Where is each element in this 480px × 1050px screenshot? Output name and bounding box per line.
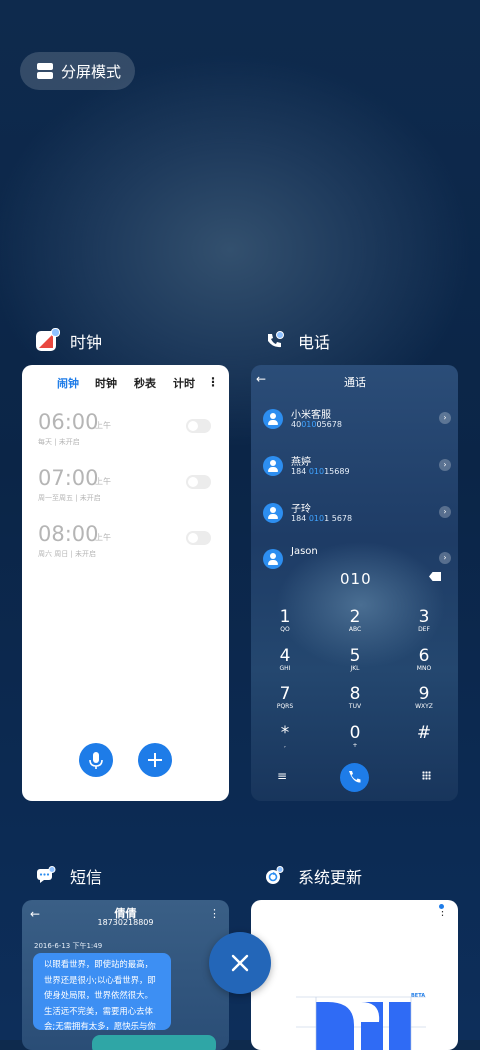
alarm-toggle[interactable] [186, 419, 211, 433]
sms-app-title: 短信 [70, 868, 103, 887]
tab-clock[interactable]: 时钟 [95, 375, 117, 391]
alarm-toggle[interactable] [186, 531, 211, 545]
alarm-row[interactable]: 06:00 上午 每天 | 未开启 [38, 410, 218, 450]
clock-app-title: 时钟 [70, 333, 103, 352]
dial-key[interactable]: 8 TUV [335, 685, 375, 711]
system-update-card[interactable]: ⋮ BETA [251, 900, 458, 1050]
dial-key[interactable]: 3 DEF [404, 608, 444, 634]
split-screen-button[interactable]: 分屏模式 [20, 52, 135, 90]
split-screen-icon [37, 63, 53, 79]
back-arrow-icon[interactable]: ← [256, 372, 266, 386]
phone-header-title: 通话 [344, 376, 366, 389]
contact-number: 4001005678 [291, 420, 342, 429]
sms-app-icon [36, 866, 56, 886]
microphone-icon [89, 752, 103, 769]
more-menu-icon[interactable]: ⋮ [207, 375, 219, 389]
chevron-right-icon[interactable]: › [439, 506, 451, 518]
sms-app-card[interactable]: ← 倩倩 18730218809 ⋮ 2016-6-13 下午1:49 以眼看世… [22, 900, 229, 1050]
tab-alarm[interactable]: 闹钟 [57, 375, 79, 391]
alarm-repeat: 每天 | 未开启 [38, 438, 80, 446]
chevron-right-icon[interactable]: › [439, 552, 451, 564]
sms-contact-number: 18730218809 [97, 918, 154, 927]
list-item[interactable]: 燕婷 184 01015689 › [251, 450, 458, 484]
alarm-toggle[interactable] [186, 475, 211, 489]
alarm-ampm: 上午 [95, 421, 111, 430]
dial-input[interactable]: 010 [340, 570, 372, 588]
close-icon [231, 954, 249, 972]
list-item[interactable]: 子玲 184 0101 5678 › [251, 497, 458, 531]
phone-app-icon [264, 331, 284, 351]
contact-name: 燕婷 [291, 457, 311, 468]
call-button[interactable] [340, 763, 369, 792]
contact-name: Jason [291, 546, 318, 557]
alarm-repeat: 周六 周日 | 未开启 [38, 550, 97, 558]
tab-timer[interactable]: 计时 [173, 375, 195, 391]
clear-all-button[interactable] [209, 932, 271, 994]
contact-name: 子玲 [291, 504, 311, 515]
dial-key[interactable]: 9 WXYZ [404, 685, 444, 711]
update-app-label[interactable]: 系统更新 [264, 864, 362, 888]
tab-stopwatch[interactable]: 秒表 [134, 375, 156, 391]
miui-logo-graphic [296, 996, 426, 1050]
alarm-row[interactable]: 08:00 上午 周六 周日 | 未开启 [38, 522, 218, 562]
more-menu-icon[interactable]: ⋮ [209, 907, 220, 920]
dial-key[interactable]: # [404, 724, 444, 742]
backspace-icon[interactable] [429, 572, 441, 581]
contact-avatar-icon [263, 409, 283, 429]
alarm-time: 06:00 [38, 410, 99, 434]
contact-avatar-icon [263, 549, 283, 569]
voice-alarm-button[interactable] [79, 743, 113, 777]
dial-key[interactable]: 7 PQRS [265, 685, 305, 711]
update-app-icon [264, 866, 284, 886]
clock-app-label[interactable]: 时钟 [36, 328, 103, 353]
contact-number: 184 01015689 [291, 467, 350, 476]
message-bubble[interactable]: 以眼看世界，即使站的最高，世界还是很小;以心看世界，即使身处局限，世界依然很大。… [33, 953, 171, 1030]
contact-avatar-icon [263, 456, 283, 476]
dial-key[interactable]: 1 QO [265, 608, 305, 634]
chevron-right-icon[interactable]: › [439, 412, 451, 424]
sms-app-label[interactable]: 短信 [36, 864, 102, 888]
alarm-time: 07:00 [38, 466, 99, 490]
add-alarm-button[interactable] [138, 743, 172, 777]
phone-icon [349, 771, 361, 783]
list-item[interactable]: 小米客服 4001005678 › [251, 403, 458, 437]
menu-icon[interactable]: ≡ [277, 769, 287, 783]
clock-app-card[interactable]: 闹钟 时钟 秒表 计时 ⋮ 06:00 上午 每天 | 未开启 07:00 上午… [22, 365, 229, 801]
contact-number: 184 0101 5678 [291, 514, 353, 523]
phone-app-card[interactable]: ← 通话 小米客服 4001005678 › 燕婷 184 01015689 ›… [251, 365, 458, 801]
chevron-right-icon[interactable]: › [439, 459, 451, 471]
dial-key[interactable]: 0 + [335, 724, 375, 750]
dial-key[interactable]: *, [265, 724, 305, 750]
sms-timestamp: 2016-6-13 下午1:49 [34, 942, 103, 950]
contact-avatar-icon [263, 503, 283, 523]
phone-app-label[interactable]: 电话 [264, 329, 330, 353]
list-item[interactable]: Jason › [251, 543, 458, 569]
contact-name: 小米客服 [291, 410, 331, 421]
alarm-time: 08:00 [38, 522, 99, 546]
alarm-row[interactable]: 07:00 上午 周一至周五 | 未开启 [38, 466, 218, 506]
dial-key[interactable]: 6 MNO [404, 647, 444, 673]
dial-key[interactable]: 5 JKL [335, 647, 375, 673]
plus-icon [148, 753, 162, 767]
clock-app-icon [36, 328, 60, 351]
notification-dot [439, 904, 444, 909]
update-app-title: 系统更新 [298, 868, 363, 887]
alarm-repeat: 周一至周五 | 未开启 [38, 494, 101, 502]
dial-key[interactable]: 4 GHI [265, 647, 305, 673]
dialpad-grid-icon[interactable] [422, 771, 431, 780]
alarm-ampm: 上午 [95, 533, 111, 542]
alarm-ampm: 上午 [95, 477, 111, 486]
message-bubble-partial [92, 1035, 216, 1050]
phone-app-title: 电话 [298, 333, 331, 352]
split-screen-label: 分屏模式 [61, 62, 122, 81]
clock-tabs: 闹钟 时钟 秒表 计时 ⋮ [22, 373, 229, 393]
dial-key[interactable]: 2 ABC [335, 608, 375, 634]
